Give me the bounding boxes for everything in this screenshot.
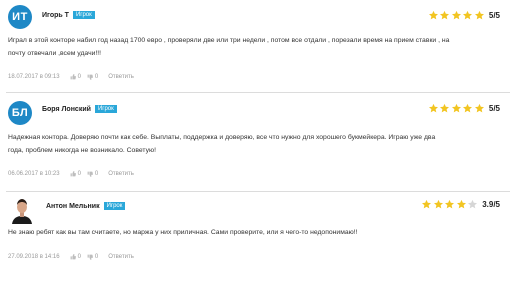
dislike-button[interactable]: 0 [87, 74, 98, 80]
role-badge: Игрок [103, 202, 126, 210]
star-icon [422, 199, 432, 209]
dislike-count: 0 [94, 254, 99, 260]
role-badge: Игрок [94, 105, 117, 113]
star-icon [440, 10, 450, 20]
rating: 5/5 [427, 103, 500, 114]
star-icon [445, 199, 455, 209]
review-text-line: Надежная контора. Доверяю почти как себе… [8, 134, 436, 141]
rating-score: 5/5 [488, 11, 500, 20]
star-icon [474, 10, 484, 20]
thumbs-up-icon [70, 74, 76, 80]
reply-button[interactable]: Ответить [108, 74, 134, 80]
review-card: БЛ Боря Лонский Игрок 5/5 Надежная контор… [0, 93, 512, 191]
author-name[interactable]: Игорь Т [42, 12, 69, 19]
review-meta: 27.09.2018 в 14:16 0 0 Ответить [8, 254, 134, 260]
review-card: ИТ Игорь Т Игрок 5/5 Играл в этой конторе… [0, 0, 512, 92]
author-line: Антон Мельник Игрок [46, 202, 126, 210]
rating: 5/5 [427, 10, 500, 21]
like-button[interactable]: 0 [70, 254, 81, 260]
author-line: Боря Лонский Игрок [42, 105, 117, 113]
review-meta: 06.06.2017 в 10:23 0 0 Ответить [8, 171, 134, 177]
thumbs-down-icon [87, 171, 93, 177]
rating: 3.9/5 [421, 199, 500, 210]
avatar-photo [10, 198, 34, 224]
dislike-button[interactable]: 0 [87, 171, 98, 177]
thumbs-up-icon [70, 171, 76, 177]
avatar: БЛ [8, 101, 32, 125]
review-meta: 18.07.2017 в 09:13 0 0 Ответить [8, 74, 134, 80]
author-line: Игорь Т Игрок [42, 11, 95, 19]
review-text: Надежная контора. Доверяю почти как себе… [6, 131, 506, 157]
rating-score: 3.9/5 [482, 200, 500, 209]
star-icon [474, 103, 484, 113]
star-icon [451, 10, 461, 20]
star-icon [463, 103, 473, 113]
star-rating [427, 10, 485, 21]
like-count: 0 [77, 74, 81, 80]
review-text-line: Играл в этой конторе набил год назад 170… [8, 37, 450, 44]
star-icon [428, 10, 438, 20]
review-card: Антон Мельник Игрок 3.9/5 Не знаю ребят к… [0, 192, 512, 284]
dislike-button[interactable]: 0 [87, 254, 98, 260]
star-icon [428, 103, 438, 113]
reply-button[interactable]: Ответить [108, 254, 134, 260]
review-text-line: Не знаю ребят как вы там считаете, но ма… [8, 229, 358, 236]
star-icon [433, 199, 443, 209]
review-text-line: почту отвечали ,всем удачи!!! [8, 50, 102, 57]
review-text-line: года, проблем никогда не возникало. Сове… [8, 147, 156, 154]
thumbs-down-icon [87, 74, 93, 80]
author-name[interactable]: Боря Лонский [42, 106, 91, 113]
thumbs-up-icon [70, 254, 76, 260]
review-date: 27.09.2018 в 14:16 [8, 254, 60, 260]
star-icon [463, 10, 473, 20]
rating-score: 5/5 [488, 104, 500, 113]
star-rating [427, 103, 485, 114]
star-icon [440, 103, 450, 113]
like-count: 0 [77, 254, 81, 260]
star-icon [451, 103, 461, 113]
dislike-count: 0 [94, 74, 99, 80]
star-rating [421, 199, 479, 210]
like-button[interactable]: 0 [70, 74, 81, 80]
author-name[interactable]: Антон Мельник [46, 203, 100, 210]
review-text: Играл в этой конторе набил год назад 170… [6, 34, 506, 60]
review-date: 18.07.2017 в 09:13 [8, 74, 60, 80]
thumbs-down-icon [87, 254, 93, 260]
like-count: 0 [77, 171, 81, 177]
star-icon [456, 199, 466, 209]
star-icon [468, 199, 478, 209]
review-date: 06.06.2017 в 10:23 [8, 171, 60, 177]
avatar: ИТ [8, 5, 32, 29]
role-badge: Игрок [72, 11, 95, 19]
dislike-count: 0 [94, 171, 99, 177]
like-button[interactable]: 0 [70, 171, 81, 177]
review-text: Не знаю ребят как вы там считаете, но ма… [6, 226, 506, 239]
reply-button[interactable]: Ответить [108, 171, 134, 177]
